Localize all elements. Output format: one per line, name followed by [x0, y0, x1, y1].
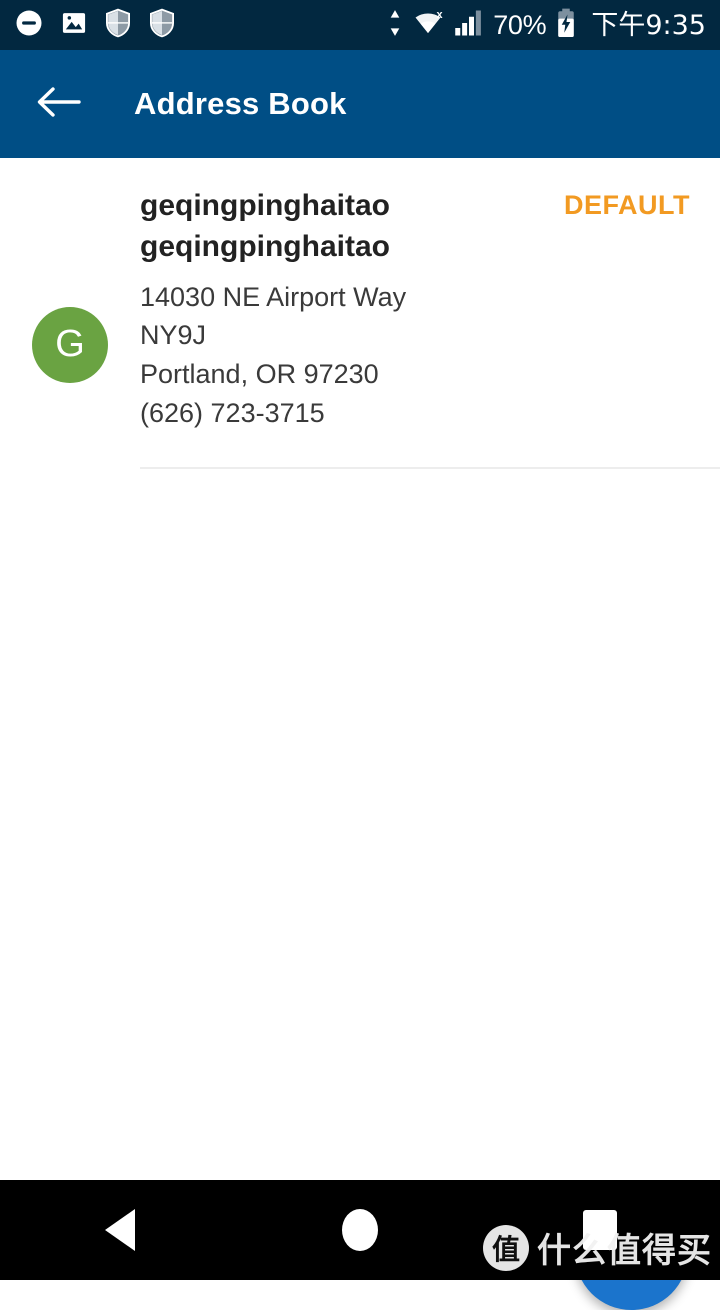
content-area: G DEFAULT geqingpinghaitao geqingpinghai… [0, 158, 720, 1310]
do-not-disturb-icon [14, 8, 44, 43]
status-bar-right-icons: x 70% 下午9:35 [388, 8, 706, 43]
address-line-city-state-zip: Portland, OR 97230 [140, 359, 379, 390]
address-line-street: 14030 NE Airport Way [140, 281, 407, 312]
cell-signal-icon [454, 9, 484, 42]
shield-icon-2 [148, 8, 176, 43]
address-details: DEFAULT geqingpinghaitao geqingpinghaita… [140, 186, 720, 433]
back-button[interactable] [22, 68, 94, 140]
address-line-phone: (626) 723-3715 [140, 398, 325, 429]
back-arrow-icon [35, 82, 81, 127]
watermark: 值 什么值得买 [483, 1223, 712, 1272]
address-list-item[interactable]: G DEFAULT geqingpinghaitao geqingpinghai… [0, 158, 720, 433]
triangle-back-icon [105, 1209, 135, 1251]
watermark-logo-icon: 值 [483, 1224, 529, 1271]
data-transfer-icon [388, 9, 402, 42]
nav-home-button[interactable] [240, 1180, 480, 1280]
list-divider [140, 467, 720, 470]
avatar-column: G [0, 186, 140, 433]
default-badge: DEFAULT [564, 190, 690, 220]
watermark-text: 什么值得买 [537, 1231, 712, 1271]
contact-name: geqingpinghaitao geqingpinghaitao [140, 189, 390, 263]
wifi-disconnected-icon: x [411, 8, 445, 43]
battery-charging-icon [555, 8, 577, 43]
svg-text:x: x [437, 9, 443, 21]
status-bar-left-icons [14, 8, 176, 43]
nav-back-button[interactable] [0, 1180, 240, 1280]
status-bar: x 70% 下午9:35 [0, 0, 720, 50]
android-nav-bar: 值 什么值得买 [0, 1180, 720, 1280]
address-line-unit: NY9J [140, 320, 207, 351]
address-lines: 14030 NE Airport Way NY9J Portland, OR 9… [140, 278, 700, 434]
circle-home-icon [342, 1209, 378, 1251]
image-icon [60, 9, 88, 42]
shield-icon-1 [104, 8, 132, 43]
battery-percent-label: 70% [493, 9, 547, 40]
status-bar-clock: 下午9:35 [591, 9, 706, 41]
avatar: G [32, 306, 108, 383]
address-list: G DEFAULT geqingpinghaitao geqingpinghai… [0, 158, 720, 470]
app-bar: Address Book [0, 50, 720, 158]
page-title: Address Book [134, 86, 347, 121]
